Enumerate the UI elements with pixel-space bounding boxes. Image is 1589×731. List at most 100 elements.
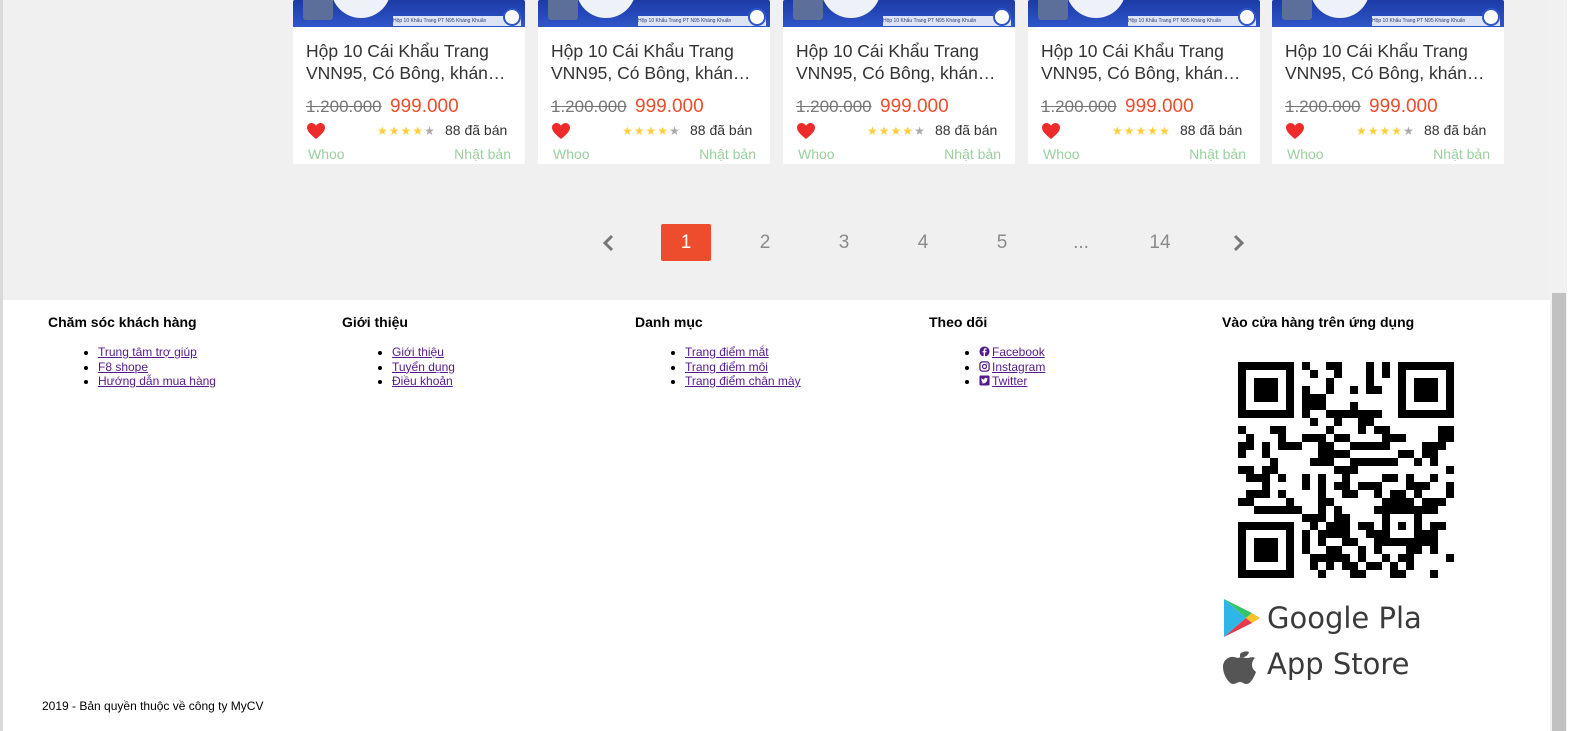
footer-link-careers[interactable]: Tuyển dụng: [392, 360, 455, 374]
product-brand: Whoo: [1043, 146, 1080, 162]
list-item: Trang điểm môi: [685, 360, 801, 375]
footer-link-facebook[interactable]: Facebook: [979, 345, 1045, 359]
footer-link-buying-guide[interactable]: Hướng dẫn mua hàng: [98, 374, 216, 388]
footer-link-terms[interactable]: Điều khoản: [392, 374, 453, 388]
star-icon: ★: [1112, 124, 1124, 138]
product-image[interactable]: Hộp 10 Khẩu Trang PT N95 Kháng Khuẩn: [1272, 0, 1504, 27]
product-image-caption: Hộp 10 Khẩu Trang PT N95 Kháng Khuẩn: [1372, 16, 1500, 26]
product-card[interactable]: Hộp 10 Khẩu Trang PT N95 Kháng Khuẩn Hộp …: [1272, 0, 1504, 164]
product-box-shape: [548, 0, 578, 20]
star-icon: ★: [412, 124, 425, 138]
list-item: Giới thiệu: [392, 345, 455, 360]
product-name[interactable]: Hộp 10 Cái Khẩu Trang VNN95, Có Bông, kh…: [551, 40, 757, 84]
product-new-price: 999.000: [1125, 96, 1194, 117]
list-item: F8 shope: [98, 360, 216, 375]
product-origin: Nhật bản: [699, 146, 756, 162]
heart-icon[interactable]: [1285, 122, 1305, 140]
qr-code-image[interactable]: [1238, 362, 1454, 578]
star-icon: ★: [1391, 124, 1404, 138]
mask-shape: [1310, 0, 1370, 18]
pagination-ellipsis: ...: [1073, 232, 1089, 253]
footer-link-f8-shope[interactable]: F8 shope: [98, 360, 148, 374]
footer-link-eye-makeup[interactable]: Trang điểm mắt: [685, 345, 769, 359]
mask-shape: [1066, 0, 1126, 18]
product-image[interactable]: Hộp 10 Khẩu Trang PT N95 Kháng Khuẩn: [538, 0, 770, 27]
product-name[interactable]: Hộp 10 Cái Khẩu Trang VNN95, Có Bông, kh…: [1285, 40, 1491, 84]
product-brand: Whoo: [553, 146, 590, 162]
brand-logo-icon: [1482, 8, 1500, 26]
footer-col-app: Vào cửa hàng trên ứng dụng: [1222, 314, 1414, 332]
star-icon: ★: [867, 124, 879, 138]
product-sold-count: 88 đã bán: [445, 122, 508, 138]
heart-icon[interactable]: [551, 122, 571, 140]
product-image[interactable]: Hộp 10 Khẩu Trang PT N95 Kháng Khuẩn: [293, 0, 525, 27]
product-card[interactable]: Hộp 10 Khẩu Trang PT N95 Kháng Khuẩn Hộp …: [538, 0, 770, 164]
brand-logo-icon: [503, 8, 521, 26]
star-icon: ★: [622, 124, 634, 138]
scrollbar-thumb[interactable]: [1552, 293, 1566, 731]
footer-link-help-center[interactable]: Trung tâm trợ giúp: [98, 345, 197, 359]
product-card[interactable]: Hộp 10 Khẩu Trang PT N95 Kháng Khuẩn Hộp …: [783, 0, 1015, 164]
footer-link-list: Facebook Instagram Twitter: [929, 345, 1045, 389]
qr-code-modules: [1238, 362, 1454, 578]
list-item: Hướng dẫn mua hàng: [98, 374, 216, 389]
chevron-right-icon: [1233, 234, 1245, 252]
product-name[interactable]: Hộp 10 Cái Khẩu Trang VNN95, Có Bông, kh…: [306, 40, 512, 84]
product-sold-count: 88 đã bán: [1180, 122, 1243, 138]
heart-icon[interactable]: [306, 122, 326, 140]
pagination-page-14[interactable]: 14: [1135, 224, 1185, 261]
list-item: Trang điểm chân mày: [685, 374, 801, 389]
product-sold-count: 88 đã bán: [1424, 122, 1487, 138]
list-item: Trang điểm mắt: [685, 345, 801, 360]
star-icon: ★: [914, 124, 926, 138]
star-icon: ★: [890, 124, 903, 138]
footer-link-brow-makeup[interactable]: Trang điểm chân mày: [685, 374, 801, 388]
list-item: Twitter: [979, 374, 1045, 389]
google-play-label: Google Play: [1267, 601, 1422, 635]
pagination-prev-button[interactable]: [583, 224, 633, 261]
star-icon: ★: [1367, 124, 1380, 138]
instagram-icon: [979, 360, 990, 372]
rating-stars: ★★★★★: [1112, 124, 1171, 138]
pagination-page-3[interactable]: 3: [819, 224, 869, 261]
product-new-price: 999.000: [635, 96, 704, 117]
product-image-caption: Hộp 10 Khẩu Trang PT N95 Kháng Khuẩn: [1128, 16, 1256, 26]
brand-logo-icon: [1238, 8, 1256, 26]
product-name[interactable]: Hộp 10 Cái Khẩu Trang VNN95, Có Bông, kh…: [1041, 40, 1247, 84]
pagination-page-5[interactable]: 5: [977, 224, 1027, 261]
brand-logo-icon: [993, 8, 1011, 26]
brand-logo-icon: [748, 8, 766, 26]
footer-link-instagram[interactable]: Instagram: [979, 360, 1045, 374]
product-image[interactable]: Hộp 10 Khẩu Trang PT N95 Kháng Khuẩn: [783, 0, 1015, 27]
footer-heading: Vào cửa hàng trên ứng dụng: [1222, 314, 1415, 330]
footer-link-about[interactable]: Giới thiệu: [392, 345, 444, 359]
footer-link-twitter[interactable]: Twitter: [979, 374, 1027, 388]
google-play-badge[interactable]: Google Play: [1222, 597, 1439, 644]
product-old-price: 1.200.000: [1285, 97, 1361, 116]
footer-link-label: Facebook: [992, 345, 1045, 359]
footer-link-list: Trang điểm mắt Trang điểm môi Trang điểm…: [635, 345, 801, 389]
star-icon: ★: [424, 124, 436, 138]
product-image[interactable]: Hộp 10 Khẩu Trang PT N95 Kháng Khuẩn: [1028, 0, 1260, 27]
product-new-price: 999.000: [880, 96, 949, 117]
footer-link-lip-makeup[interactable]: Trang điểm môi: [685, 360, 768, 374]
star-icon: ★: [1403, 124, 1415, 138]
star-icon: ★: [1159, 124, 1171, 138]
product-new-price: 999.000: [1369, 96, 1438, 117]
app-store-label: App Store: [1267, 647, 1410, 681]
product-name[interactable]: Hộp 10 Cái Khẩu Trang VNN95, Có Bông, kh…: [796, 40, 1002, 84]
footer-col-customer-care: Chăm sóc khách hàng Trung tâm trợ giúp F…: [48, 314, 216, 388]
pagination-page-1[interactable]: 1: [661, 224, 711, 261]
rating-stars: ★★★★★: [622, 124, 681, 138]
app-store-badge[interactable]: App Store: [1222, 642, 1412, 693]
heart-icon[interactable]: [796, 122, 816, 140]
pagination-page-4[interactable]: 4: [898, 224, 948, 261]
heart-icon[interactable]: [1041, 122, 1061, 140]
footer-heading: Theo dõi: [929, 314, 988, 330]
list-item: Tuyển dụng: [392, 360, 455, 375]
product-old-price: 1.200.000: [1041, 97, 1117, 116]
pagination-page-2[interactable]: 2: [740, 224, 790, 261]
product-card[interactable]: Hộp 10 Khẩu Trang PT N95 Kháng Khuẩn Hộp …: [1028, 0, 1260, 164]
product-card[interactable]: Hộp 10 Khẩu Trang PT N95 Kháng Khuẩn Hộp …: [293, 0, 525, 164]
pagination-next-button[interactable]: [1214, 224, 1264, 261]
